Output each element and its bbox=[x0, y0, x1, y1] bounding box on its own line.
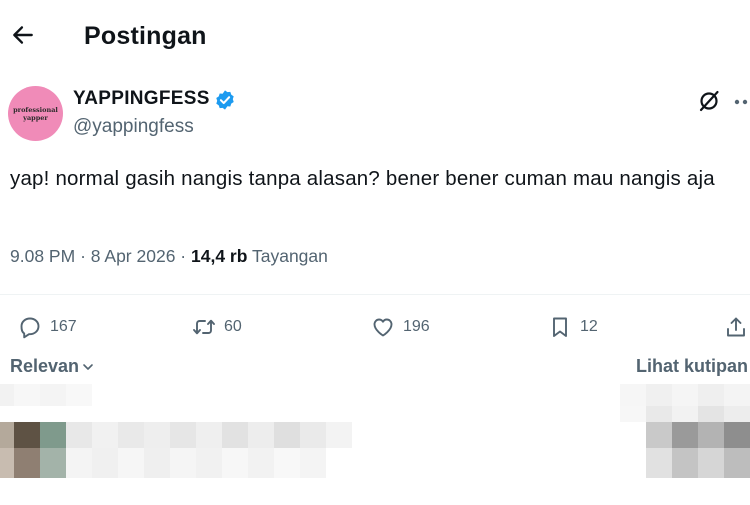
top-bar: Postingan bbox=[0, 0, 750, 72]
grok-icon[interactable] bbox=[697, 89, 721, 113]
author-display-name[interactable]: YAPPINGFESS bbox=[73, 88, 210, 110]
blurred-reply-area bbox=[0, 384, 750, 500]
repost-icon bbox=[193, 319, 215, 335]
like-count: 196 bbox=[403, 318, 430, 335]
avatar[interactable]: professional yapper bbox=[8, 86, 63, 141]
post-text: yap! normal gasih nangis tanpa alasan? b… bbox=[10, 167, 715, 190]
post-meta: 9.08 PM · 8 Apr 2026 · 14,4 rb Tayangan bbox=[10, 246, 328, 267]
post-time[interactable]: 9.08 PM bbox=[10, 246, 75, 266]
like-button[interactable]: 196 bbox=[371, 312, 430, 342]
share-button[interactable] bbox=[724, 312, 750, 342]
bookmark-button[interactable]: 12 bbox=[548, 312, 598, 342]
chevron-down-icon bbox=[83, 363, 93, 370]
share-icon bbox=[727, 317, 745, 337]
reply-button[interactable]: 167 bbox=[18, 312, 77, 342]
author-handle[interactable]: @yappingfess bbox=[73, 116, 194, 138]
reply-count: 167 bbox=[50, 318, 77, 335]
separator-dot: · bbox=[80, 246, 91, 266]
bookmark-count: 12 bbox=[580, 318, 598, 335]
separator-dot: · bbox=[180, 246, 191, 266]
page-title: Postingan bbox=[84, 22, 207, 50]
reply-icon bbox=[20, 317, 40, 339]
views-label: Tayangan bbox=[251, 246, 328, 266]
pixelated-placeholder bbox=[0, 384, 750, 500]
verified-badge-icon bbox=[216, 90, 234, 110]
views-count: 14,4 rb bbox=[191, 246, 248, 266]
avatar-text: yapper bbox=[23, 113, 48, 122]
repost-button[interactable]: 60 bbox=[192, 312, 242, 342]
reply-sort-label: Relevan bbox=[10, 356, 80, 376]
like-icon bbox=[373, 318, 393, 337]
view-quotes-link[interactable]: Lihat kutipan bbox=[636, 356, 748, 377]
more-icon[interactable] bbox=[733, 98, 750, 106]
repost-count: 60 bbox=[224, 318, 242, 335]
avatar-text: professional bbox=[13, 105, 58, 114]
divider bbox=[0, 294, 750, 295]
reply-sort-dropdown[interactable]: Relevan bbox=[10, 356, 95, 377]
bookmark-icon bbox=[553, 317, 567, 337]
post-date[interactable]: 8 Apr 2026 bbox=[91, 246, 176, 266]
back-arrow-icon[interactable] bbox=[10, 22, 36, 48]
